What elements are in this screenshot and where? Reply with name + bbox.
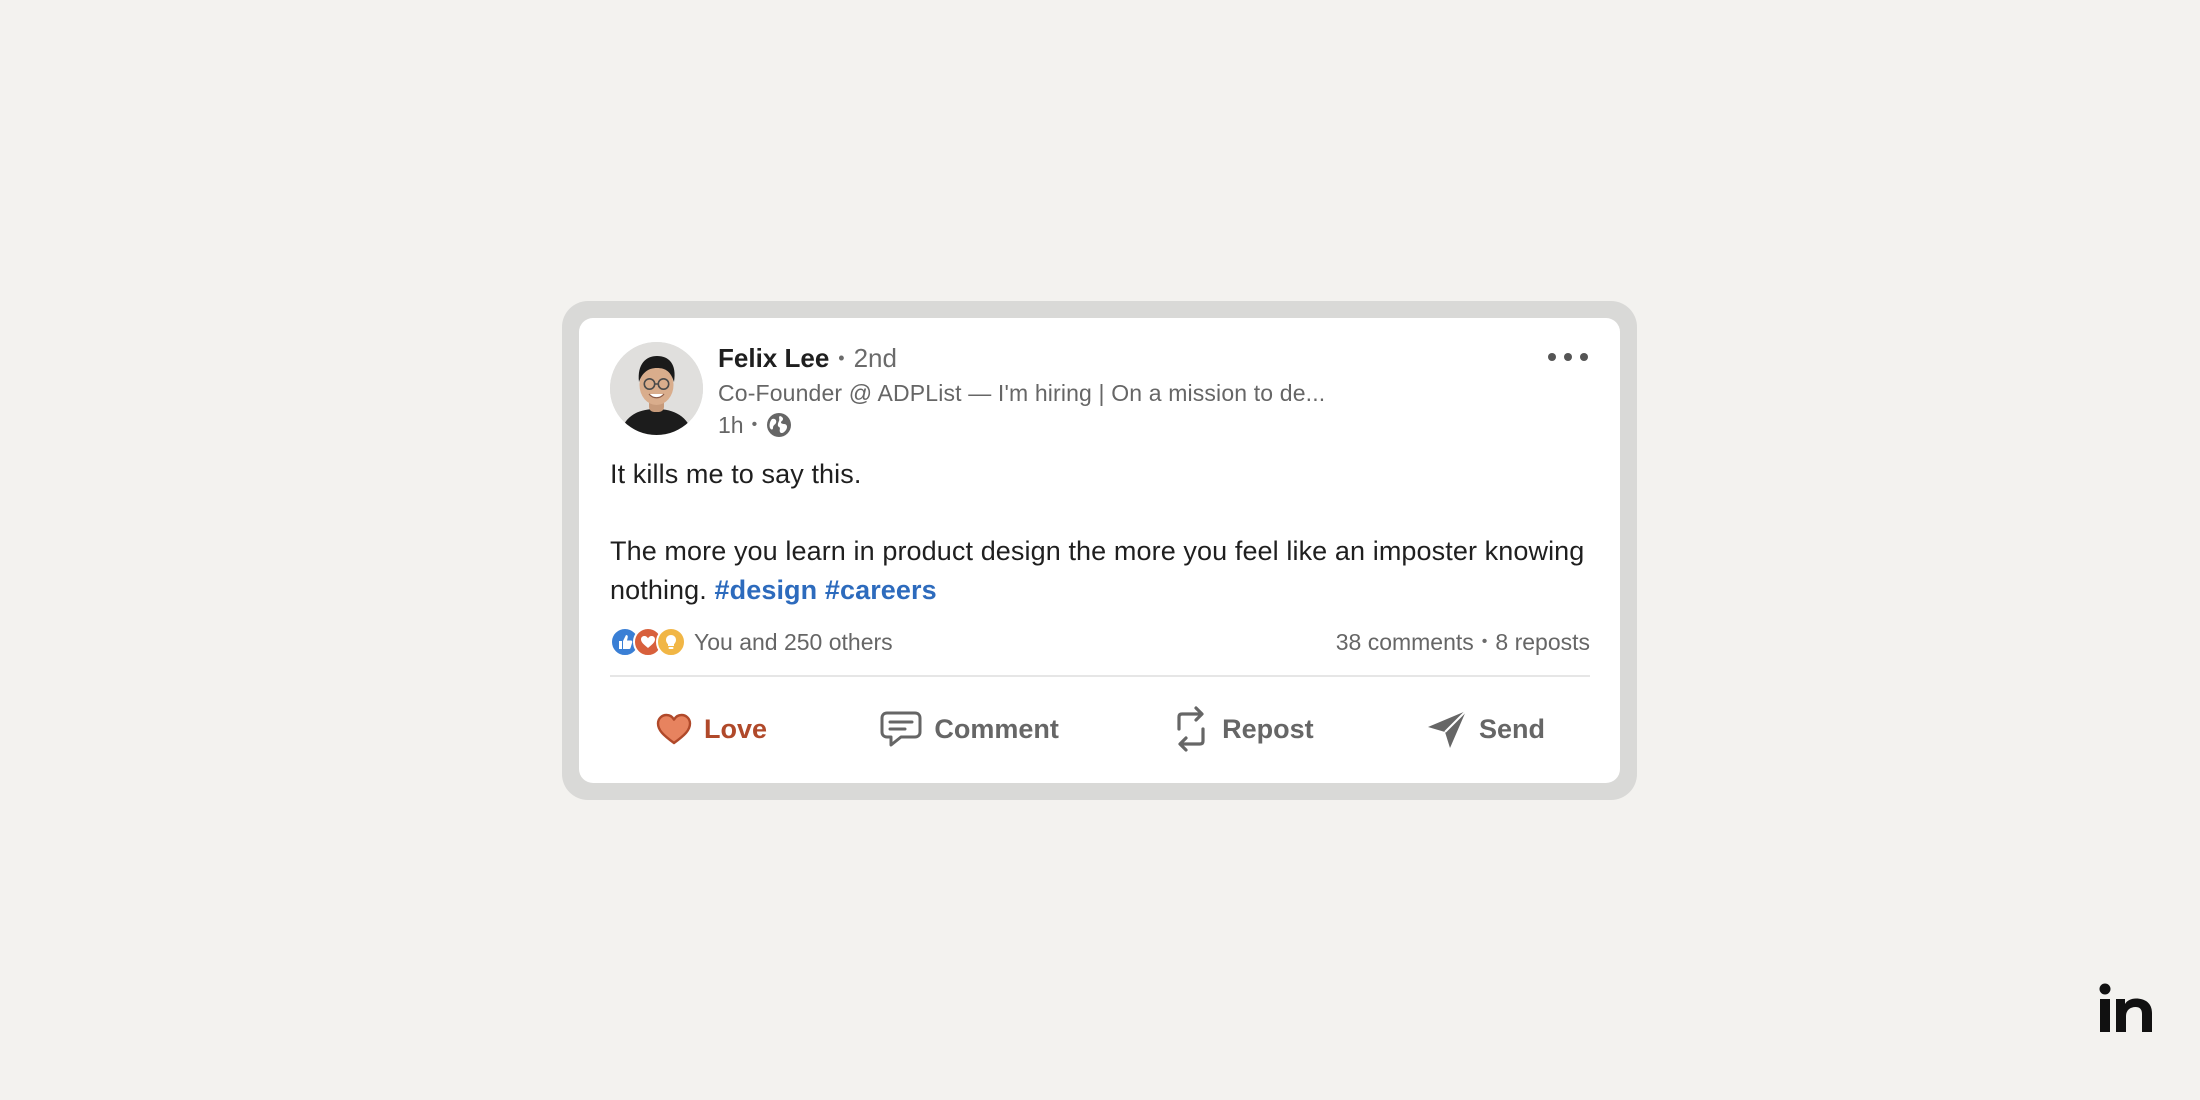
send-button[interactable]: Send [1426, 708, 1545, 750]
author-headline: Co-Founder @ ADPList — I'm hiring | On a… [718, 380, 1326, 406]
comment-icon [880, 711, 922, 747]
connection-degree: 2nd [853, 343, 897, 373]
post-text-line: It kills me to say this. [610, 459, 862, 489]
repost-label: Repost [1222, 713, 1314, 744]
author-name-line: Felix Lee • 2nd [718, 343, 1325, 379]
more-options-button[interactable] [1546, 342, 1590, 372]
send-label: Send [1478, 713, 1545, 744]
send-icon [1427, 710, 1467, 748]
more-horizontal-icon [1548, 353, 1588, 361]
reposts-count[interactable]: 8 reposts [1495, 629, 1590, 656]
separator-dot: • [751, 416, 758, 433]
hashtag-careers[interactable]: #careers [825, 575, 937, 605]
heart-icon [656, 713, 692, 745]
separator-dot: • [1481, 633, 1488, 650]
love-button[interactable]: Love [655, 712, 767, 746]
comment-button[interactable]: Comment [879, 709, 1059, 749]
reactions-summary[interactable]: You and 250 others [610, 627, 893, 657]
post-meta: 1h • [718, 411, 1325, 439]
post-frame: Felix Lee • 2nd Co-Founder @ ADPList — I… [562, 301, 1637, 800]
separator-dot: • [838, 348, 845, 368]
globe-icon [765, 411, 793, 439]
repost-button[interactable]: Repost [1171, 705, 1314, 753]
author-block: Felix Lee • 2nd Co-Founder @ ADPList — I… [718, 342, 1325, 439]
comment-label: Comment [934, 713, 1059, 744]
repost-icon [1177, 706, 1205, 752]
author-name[interactable]: Felix Lee [718, 343, 829, 374]
post-card: Felix Lee • 2nd Co-Founder @ ADPList — I… [579, 318, 1620, 783]
social-counts-row: You and 250 others 38 comments • 8 repos… [610, 623, 1590, 661]
post-time: 1h [718, 411, 744, 438]
linkedin-logo [2099, 983, 2155, 1038]
insightful-icon [656, 627, 686, 657]
post-body: It kills me to say this. The more you le… [610, 455, 1590, 610]
love-label: Love [704, 713, 768, 744]
reactions-text: You and 250 others [694, 628, 893, 655]
hashtag-design[interactable]: #design [715, 575, 818, 605]
comments-count[interactable]: 38 comments [1336, 629, 1474, 656]
post-text-paragraph: The more you learn in product design the… [610, 532, 1590, 610]
linkedin-logo-icon [2099, 983, 2152, 1032]
reaction-icons [610, 627, 686, 657]
post-header: Felix Lee • 2nd Co-Founder @ ADPList — I… [610, 342, 1590, 439]
avatar-image [610, 342, 703, 435]
avatar[interactable] [610, 342, 703, 435]
post-actions: Love Comment Repost Send [610, 677, 1590, 781]
engagement-counts: 38 comments • 8 reposts [1336, 629, 1590, 656]
